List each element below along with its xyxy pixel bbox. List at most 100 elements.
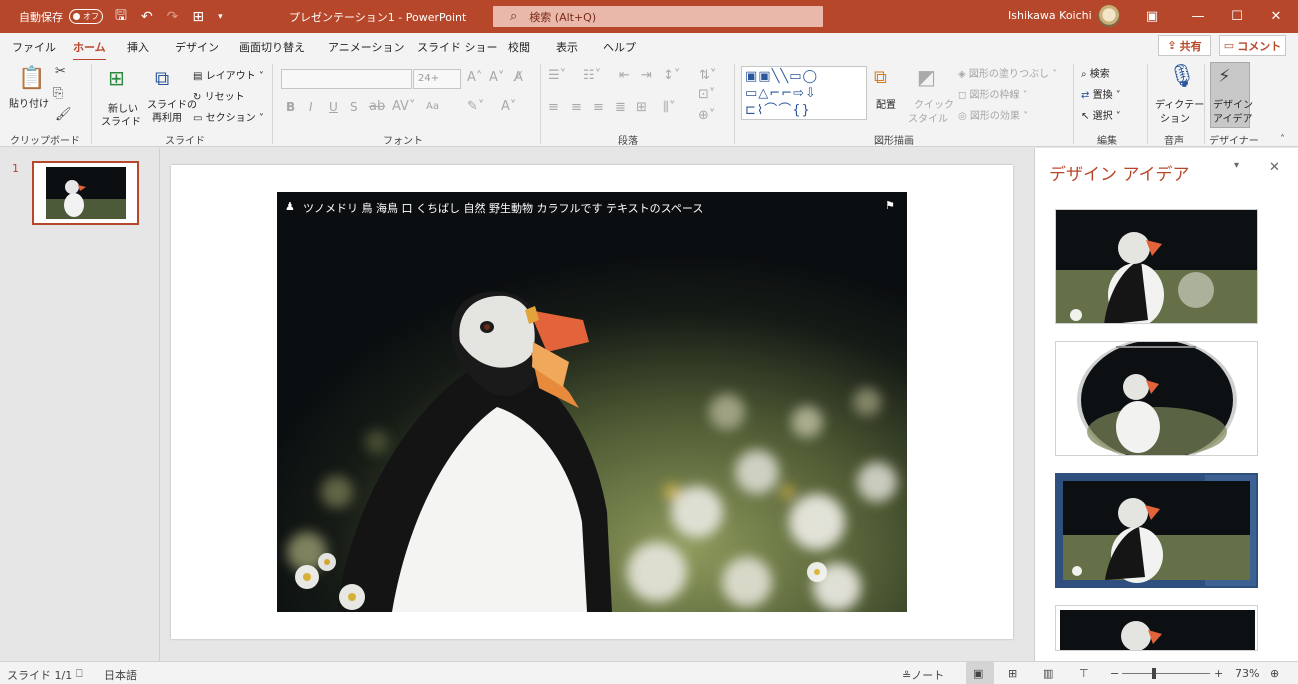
shape-effects-button[interactable]: ◎ 図形の効果 ˅ [958,107,1028,122]
reset-button[interactable]: ↻ リセット [193,88,245,103]
copy-icon[interactable]: ⎘ [53,86,63,101]
shape-fill-button[interactable]: ◈ 図形の塗りつぶし ˅ [958,65,1057,80]
notes-button[interactable]: ≗ノート [902,667,944,683]
decrease-indent-icon[interactable]: ⇤ [619,68,630,83]
design-idea-2[interactable] [1055,341,1258,456]
tab-view[interactable]: 表示 [556,39,578,55]
zoom-out-icon[interactable]: − [1110,667,1119,680]
design-idea-4[interactable] [1055,605,1258,651]
align-right-icon[interactable]: ≡ [593,100,604,115]
numbering-icon[interactable]: ☷˅ [583,68,601,83]
justify-icon[interactable]: ≣ [615,100,626,115]
autosave-toggle[interactable]: オフ [69,9,103,24]
char-spacing-icon[interactable]: AV˅ [392,99,415,114]
tab-insert[interactable]: 挿入 [127,39,149,55]
slide-counter[interactable]: スライド 1/1 [7,667,72,683]
collapse-ribbon-icon[interactable]: ˄ [1280,134,1285,145]
tab-transitions[interactable]: 画面切り替え [239,39,305,55]
line-spacing-icon[interactable]: ↕˅ [663,68,680,83]
font-color-icon[interactable]: A˅ [501,99,516,114]
pane-options-icon[interactable]: ▾ [1234,160,1239,171]
flag-icon[interactable]: ⚑ [885,199,895,212]
highlight-icon[interactable]: ✎˅ [467,99,484,114]
close-icon[interactable]: ✕ [1253,0,1298,33]
paste-icon[interactable]: 📋 [18,66,45,91]
share-button[interactable]: ⇪ 共有 [1158,35,1211,56]
dictate-label-1[interactable]: ディクテー [1155,96,1204,111]
bullets-icon[interactable]: ☰˅ [548,68,566,83]
select-button[interactable]: ↖ 選択 ˅ [1081,107,1121,122]
reuse-slides-icon[interactable]: ⧉ [155,66,169,90]
fit-slide-icon[interactable]: ⊕ [1270,667,1279,680]
grow-font-icon[interactable]: A˄ [467,70,482,85]
align-left-icon[interactable]: ≡ [548,100,559,115]
dictate-label-2[interactable]: ション [1160,110,1190,125]
quick-styles-icon[interactable]: ◩ [917,65,936,89]
accessibility-icon[interactable]: ⎕ [76,667,83,681]
slide-photo[interactable] [277,192,907,612]
shape-outline-button[interactable]: ◻ 図形の枠線 ˅ [958,86,1028,101]
arrange-icon[interactable]: ⧉ [874,67,887,88]
arrange-label[interactable]: 配置 [876,96,896,111]
italic-button[interactable]: I [309,100,313,114]
slide-thumbnail[interactable] [32,161,139,225]
zoom-slider-thumb[interactable] [1152,668,1156,679]
reading-view-icon[interactable]: ▥ [1043,667,1053,680]
font-name-combo[interactable] [281,69,412,89]
tab-review[interactable]: 校閲 [508,39,530,55]
clear-format-icon[interactable]: A̸ [514,70,523,85]
find-button[interactable]: ⌕ 検索 [1081,65,1110,80]
smartart-icon[interactable]: ⊕˅ [698,108,715,123]
section-button[interactable]: ▭ セクション ˅ [193,109,264,124]
columns-icon[interactable]: ⫼˅ [663,100,675,115]
design-idea-3[interactable] [1055,473,1258,588]
save-icon[interactable]: 🖫 [115,5,127,29]
align-center-icon[interactable]: ≡ [571,100,582,115]
tab-design[interactable]: デザイン [175,39,219,55]
design-idea-1[interactable] [1055,209,1258,324]
zoom-in-icon[interactable]: + [1214,667,1223,680]
avatar[interactable] [1098,5,1120,27]
bold-button[interactable]: B [286,100,295,114]
tab-home[interactable]: ホーム [73,39,106,61]
slide-sorter-icon[interactable]: ⊞ [1008,667,1017,680]
text-direction-icon[interactable]: ⇅˅ [699,68,716,83]
distributed-icon[interactable]: ⊞ [636,100,647,115]
customize-qat-icon[interactable]: ▾ [218,12,223,22]
tab-file[interactable]: ファイル [12,39,56,55]
present-icon[interactable]: ⊞ [192,9,204,25]
layout-button[interactable]: ▤ レイアウト ˅ [193,67,264,82]
ribbon-display-icon[interactable]: ▣ [1129,0,1175,33]
shadow-button[interactable]: S [350,100,358,114]
shapes-gallery[interactable]: ▣▣╲╲▭◯ ▭△⌐⌐⇨⇩ ⊏⌇⌒⌒{} [741,66,867,120]
quick-styles-label-1[interactable]: クイック [914,96,954,111]
reuse-slides-label-2[interactable]: 再利用 [152,109,182,124]
paste-label[interactable]: 貼り付け [9,95,49,110]
strikethrough-icon[interactable]: a̶b̶ [369,99,385,114]
font-size-combo[interactable]: 24+ [413,69,461,89]
tab-animations[interactable]: アニメーション [328,39,405,55]
quick-styles-label-2[interactable]: スタイル [908,110,948,125]
tab-help[interactable]: ヘルプ [603,39,636,55]
user-name[interactable]: Ishikawa Koichi [1008,9,1092,22]
redo-icon[interactable]: ↷ [167,9,179,25]
zoom-level[interactable]: 73% [1235,667,1259,680]
comment-button[interactable]: ▭ コメント [1219,35,1286,56]
normal-view-icon[interactable]: ▣ [973,667,983,680]
align-text-icon[interactable]: ⊡˅ [698,87,715,102]
new-slide-label-2[interactable]: スライド [101,113,141,128]
cut-icon[interactable]: ✂ [55,64,66,79]
format-painter-icon[interactable]: 🖌 [55,107,72,122]
shrink-font-icon[interactable]: A˅ [489,70,504,85]
language-status[interactable]: 日本語 [104,667,137,683]
slideshow-icon[interactable]: ⊤ [1079,667,1089,680]
microphone-icon[interactable]: 🎙 [1168,64,1196,89]
pane-close-icon[interactable]: ✕ [1269,160,1280,175]
undo-icon[interactable]: ↶ [141,9,153,25]
zoom-slider[interactable] [1122,673,1210,674]
replace-button[interactable]: ⇄ 置換 ˅ [1081,86,1121,101]
new-slide-icon[interactable]: ⊞ [108,66,125,90]
tab-slideshow[interactable]: スライド ショー [417,39,498,55]
underline-button[interactable]: U [329,100,338,114]
increase-indent-icon[interactable]: ⇥ [641,68,652,83]
